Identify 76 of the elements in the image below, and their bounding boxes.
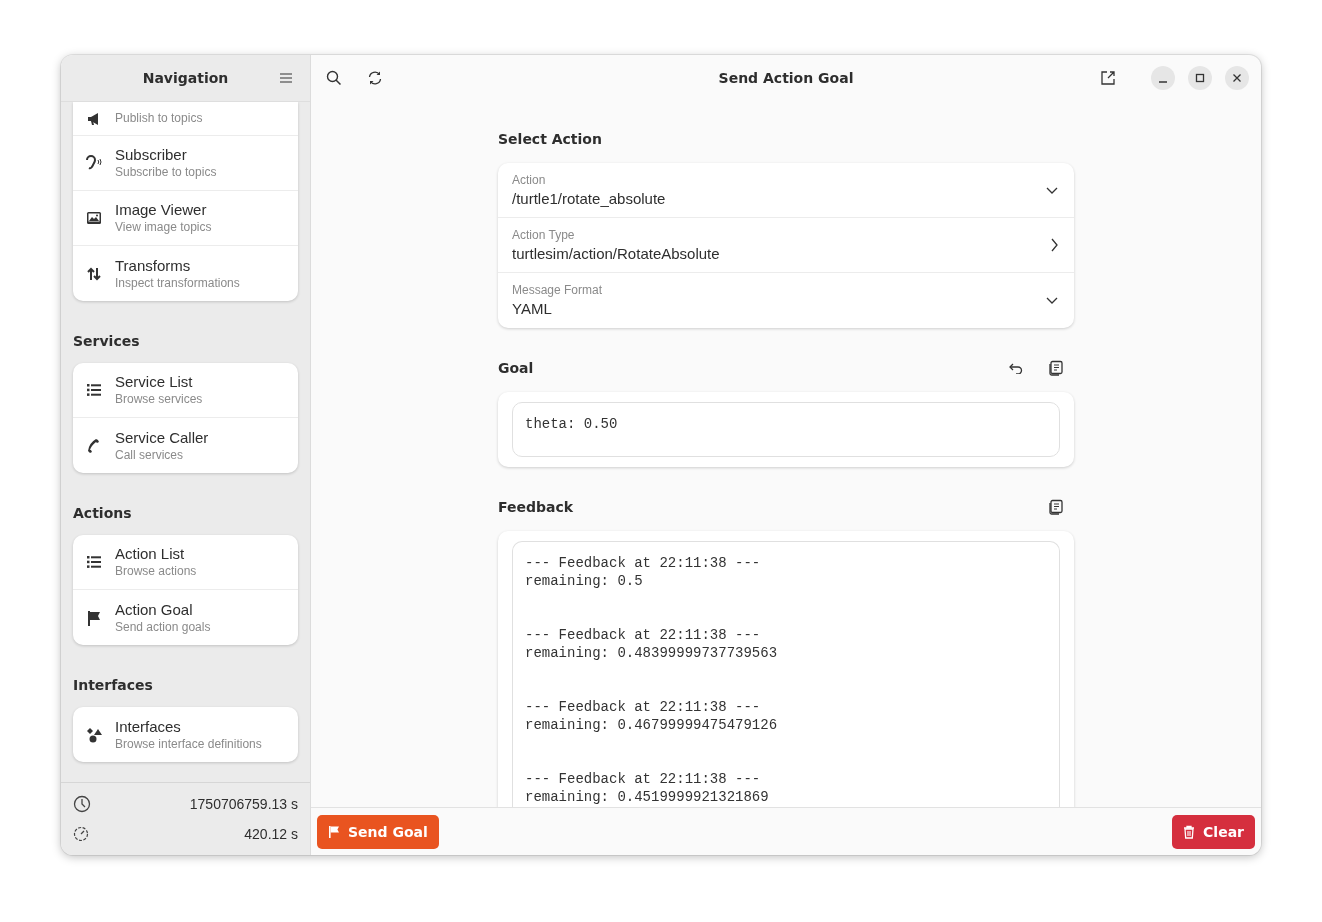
swap-arrows-icon <box>86 265 102 282</box>
row-label: Message Format <box>512 282 603 299</box>
dropdown-row[interactable]: Message Format YAML <box>498 273 1074 328</box>
nav-item[interactable]: Interfaces Browse interface definitions <box>73 707 298 762</box>
nav-item-title: Action List <box>115 544 186 563</box>
chevron-down-icon <box>1046 297 1058 304</box>
trash-icon <box>1183 824 1196 839</box>
nav-item-subtitle: Browse actions <box>115 563 197 580</box>
send-goal-button[interactable]: Send Goal <box>317 814 439 849</box>
minimize-icon <box>1159 80 1167 83</box>
nav-item-title: Image Viewer <box>115 200 208 219</box>
image-icon <box>86 210 102 226</box>
section-heading: Interfaces <box>73 677 154 693</box>
nav-item[interactable]: Action Goal Send action goals <box>73 590 298 645</box>
nav-item[interactable]: Service List Browse services <box>73 363 298 418</box>
dropdown-row[interactable]: Action /turtle1/rotate_absolute <box>498 163 1074 218</box>
section-title: Feedback <box>498 499 574 515</box>
row-value: turtlesim/action/RotateAbsolute <box>512 243 720 264</box>
row-label: Action Type <box>512 226 576 244</box>
undo-icon[interactable] <box>1009 362 1023 374</box>
nav-item-subtitle: Browse interface definitions <box>115 735 262 753</box>
window-title: Send Action Goal <box>718 70 854 86</box>
copy-icon[interactable] <box>1048 499 1064 515</box>
goal-editor[interactable]: theta: 0.50 <box>512 402 1060 457</box>
menu-icon[interactable] <box>280 73 292 83</box>
sidebar-title: Navigation <box>142 70 229 86</box>
clock-icon <box>73 795 91 813</box>
refresh-icon[interactable] <box>367 70 383 86</box>
nav-item[interactable]: Image Viewer View image topics <box>73 191 298 246</box>
phone-icon <box>86 437 102 454</box>
nav-item-title: Action Goal <box>115 599 194 619</box>
row-value: /turtle1/rotate_absolute <box>512 188 666 209</box>
section-title: Select Action <box>498 131 602 147</box>
nav-item[interactable]: Subscriber Subscribe to topics <box>73 136 298 191</box>
nav-item-title: Transforms <box>115 255 192 275</box>
nav-item[interactable]: Transforms Inspect transformations <box>73 246 298 301</box>
minimize-button[interactable] <box>1151 66 1175 90</box>
time-readout: 420.12 s <box>244 826 298 842</box>
time-readout: 1750706759.13 s <box>189 796 298 812</box>
clear-button[interactable]: Clear <box>1172 814 1255 849</box>
nav-item-subtitle: Inspect transformations <box>115 274 240 292</box>
nav-item[interactable]: Service Caller Call services <box>73 418 298 473</box>
close-icon <box>1232 73 1242 83</box>
nav-item-subtitle: Call services <box>115 446 184 464</box>
maximize-button[interactable] <box>1188 66 1212 90</box>
nav-item-subtitle: Send action goals <box>115 618 211 636</box>
chevron-right-icon <box>1051 238 1058 252</box>
copy-icon[interactable] <box>1048 360 1064 376</box>
maximize-icon <box>1195 73 1205 83</box>
nav-item-subtitle: Publish to topics <box>115 110 203 127</box>
section-heading: Actions <box>73 505 133 521</box>
nav-item-subtitle: Browse services <box>115 391 203 408</box>
chevron-down-icon <box>1046 186 1058 194</box>
external-link-icon[interactable] <box>1100 70 1116 86</box>
row-label: Action <box>512 171 547 189</box>
search-icon[interactable] <box>326 70 342 86</box>
list-icon <box>87 556 101 568</box>
row-value: YAML <box>512 299 553 319</box>
flag-icon <box>328 825 340 838</box>
nav-item-title: Service Caller <box>115 427 209 447</box>
nav-item-subtitle: Subscribe to topics <box>115 164 217 181</box>
section-title: Goal <box>498 360 534 376</box>
close-button[interactable] <box>1225 66 1249 90</box>
nav-item-title: Interfaces <box>115 716 182 736</box>
timer-icon <box>73 826 89 842</box>
nav-item-title: Subscriber <box>115 145 188 164</box>
action-type-row[interactable]: Action Type turtlesim/action/RotateAbsolute <box>498 218 1074 273</box>
nav-item-title: Service List <box>115 372 194 391</box>
section-heading: Services <box>73 333 141 349</box>
ear-icon <box>86 155 102 171</box>
nav-item[interactable]: Publish to topics <box>73 102 298 136</box>
flag-icon <box>87 609 101 626</box>
nav-item-subtitle: View image topics <box>115 219 212 236</box>
shapes-icon <box>86 726 102 743</box>
nav-item[interactable]: Action List Browse actions <box>73 535 298 590</box>
list-icon <box>87 384 101 396</box>
